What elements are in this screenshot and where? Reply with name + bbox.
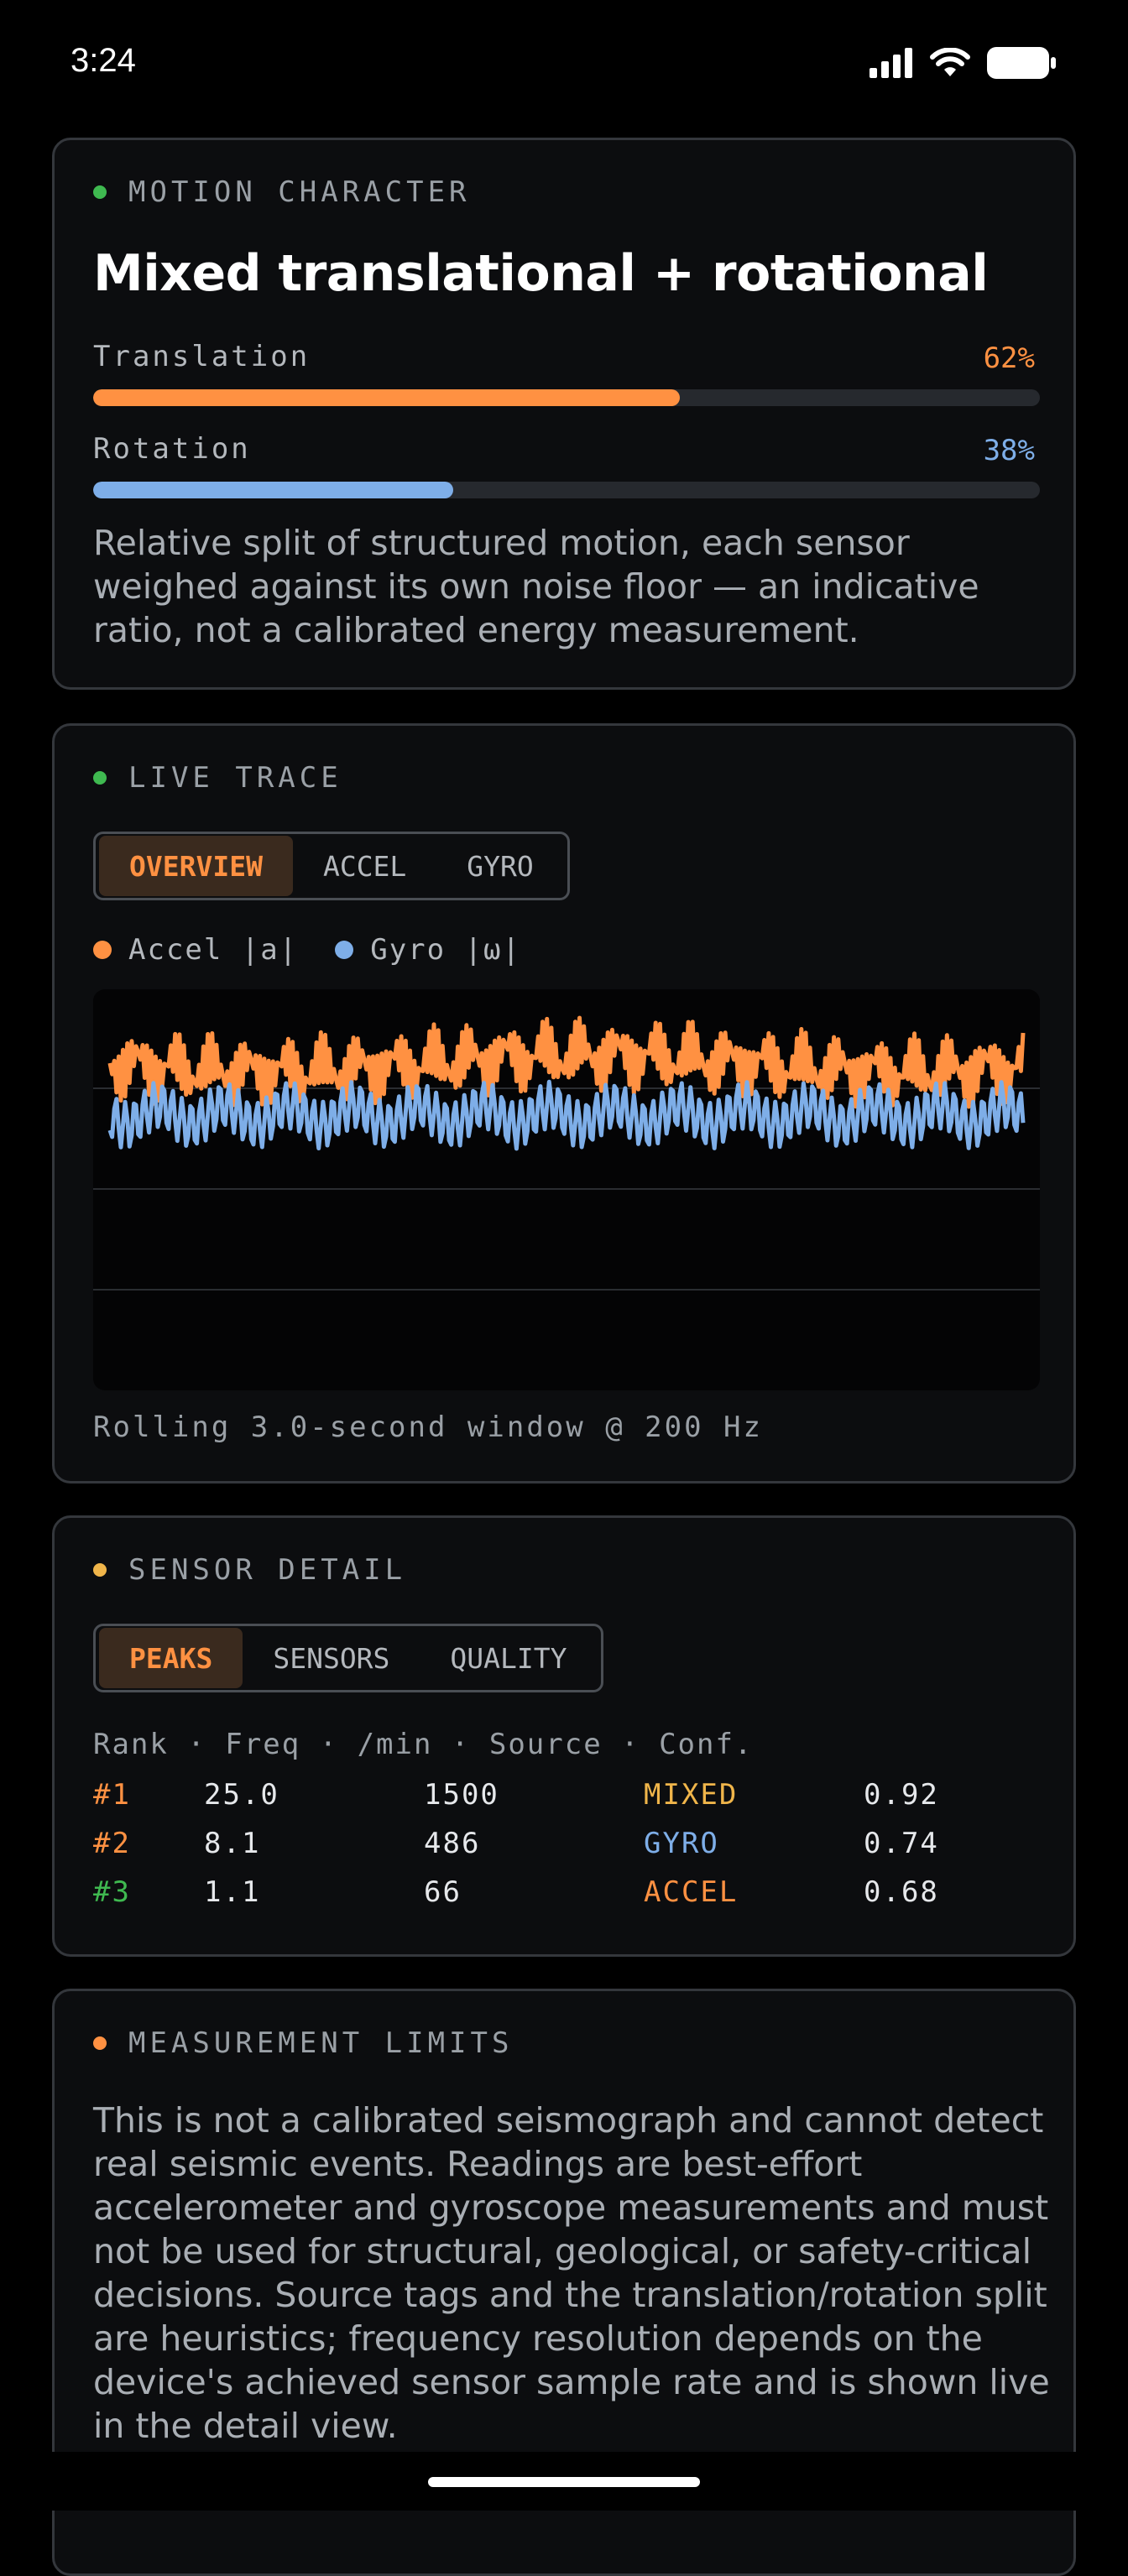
card-title: MEASUREMENT LIMITS <box>128 2026 514 2060</box>
card-header: LIVE TRACE <box>93 761 342 795</box>
status-dot <box>93 771 107 785</box>
translation-bar-fill <box>93 389 681 406</box>
trace-caption: Rolling 3.0-second window @ 200 Hz <box>93 1411 763 1444</box>
legend-accel-swatch <box>93 941 112 959</box>
peak-confidence: 0.92 <box>864 1778 939 1812</box>
peak-rank: #3 <box>93 1875 131 1909</box>
peak-frequency: 1.1 <box>204 1875 261 1909</box>
rotation-label: Rotation <box>93 432 251 466</box>
detail-tab-group: PEAKS SENSORS QUALITY <box>93 1624 603 1692</box>
tab-overview[interactable]: OVERVIEW <box>99 836 293 896</box>
legend-accel-label: Accel |a| <box>128 933 299 967</box>
live-trace-svg <box>93 1015 1040 1291</box>
limits-description: This is not a calibrated seismograph and… <box>93 2100 1050 2446</box>
motion-description: Relative split of structured motion, eac… <box>93 523 979 650</box>
status-bar: 3:24 <box>0 0 1128 126</box>
legend-gyro-swatch <box>335 941 354 959</box>
peak-confidence: 0.74 <box>864 1827 939 1860</box>
peaks-table-header: Rank · Freq · /min · Source · Conf. <box>93 1728 754 1761</box>
tab-accel[interactable]: ACCEL <box>293 836 436 896</box>
motion-character-card: MOTION CHARACTER Mixed translational + r… <box>52 138 1076 690</box>
sensor-detail-card: SENSOR DETAIL PEAKS SENSORS QUALITY Rank… <box>52 1515 1076 1957</box>
card-title: MOTION CHARACTER <box>128 175 471 209</box>
peak-source: ACCEL <box>644 1875 739 1909</box>
peak-row: #1 25.0 1500 MIXED 0.92 <box>93 1778 1040 1825</box>
tab-gyro[interactable]: GYRO <box>436 836 563 896</box>
status-dot <box>93 2036 107 2050</box>
gyro-trace-line <box>107 1079 1026 1151</box>
peak-rank: #1 <box>93 1778 131 1812</box>
card-header: MOTION CHARACTER <box>93 175 471 209</box>
motion-headline: Mixed translational + rotational <box>93 244 989 303</box>
trace-legend: Accel |a| Gyro |ω| <box>93 933 521 967</box>
peak-rank: #2 <box>93 1827 131 1860</box>
translation-label: Translation <box>93 340 311 373</box>
live-trace-card: LIVE TRACE OVERVIEW ACCEL GYRO Accel |a|… <box>52 723 1076 1484</box>
wifi-icon <box>930 48 970 76</box>
status-icons <box>870 47 1056 79</box>
tab-peaks[interactable]: PEAKS <box>99 1628 243 1688</box>
rotation-bar-track <box>93 482 1040 498</box>
rotation-value: 38% <box>983 434 1035 467</box>
translation-value: 62% <box>983 342 1035 375</box>
battery-icon <box>987 47 1056 79</box>
tab-quality[interactable]: QUALITY <box>420 1628 597 1688</box>
home-indicator[interactable] <box>428 2477 700 2487</box>
tab-sensors[interactable]: SENSORS <box>243 1628 420 1688</box>
peak-row: #3 1.1 66 ACCEL 0.68 <box>93 1875 1040 1922</box>
peak-source: MIXED <box>644 1778 739 1812</box>
peak-frequency: 25.0 <box>204 1778 279 1812</box>
card-title: LIVE TRACE <box>128 761 342 795</box>
translation-bar-track <box>93 389 1040 406</box>
peak-frequency: 8.1 <box>204 1827 261 1860</box>
status-time: 3:24 <box>70 42 136 79</box>
peak-confidence: 0.68 <box>864 1875 939 1909</box>
peak-per-minute: 66 <box>424 1875 462 1909</box>
status-dot <box>93 1563 107 1577</box>
rotation-bar-fill <box>93 482 453 498</box>
peak-row: #2 8.1 486 GYRO 0.74 <box>93 1827 1040 1874</box>
peak-per-minute: 486 <box>424 1827 481 1860</box>
legend-gyro-label: Gyro |ω| <box>370 933 521 967</box>
peak-per-minute: 1500 <box>424 1778 499 1812</box>
cellular-signal-icon <box>870 48 912 78</box>
live-trace-plot <box>93 989 1040 1390</box>
card-header: SENSOR DETAIL <box>93 1553 406 1587</box>
card-title: SENSOR DETAIL <box>128 1553 407 1587</box>
trace-tab-group: OVERVIEW ACCEL GYRO <box>93 832 570 900</box>
status-dot <box>93 185 107 199</box>
peak-source: GYRO <box>644 1827 719 1860</box>
card-header: MEASUREMENT LIMITS <box>93 2026 513 2060</box>
